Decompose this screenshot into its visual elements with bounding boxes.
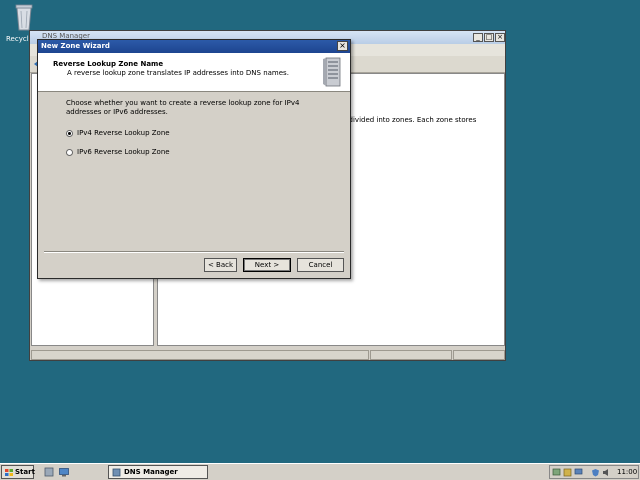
taskbar: Start DNS Manager 11:00 [0, 463, 640, 480]
minimize-button[interactable]: _ [473, 33, 483, 42]
ipv4-radio[interactable] [66, 130, 73, 137]
taskbar-dns-manager[interactable]: DNS Manager [108, 465, 208, 479]
tray-network-icon[interactable] [552, 468, 561, 477]
windows-flag-icon [5, 469, 13, 476]
ipv4-option[interactable]: IPv4 Reverse Lookup Zone [66, 129, 226, 140]
wizard-page-title: Reverse Lookup Zone Name [53, 60, 164, 68]
wizard-close-button[interactable]: × [337, 41, 348, 51]
taskbar-dns-manager-label: DNS Manager [124, 468, 178, 476]
server-manager-icon[interactable] [44, 467, 54, 477]
start-label: Start [15, 468, 35, 476]
wizard-header: Reverse Lookup Zone Name A reverse looku… [38, 53, 350, 92]
taskbar-clock: 11:00 [617, 468, 638, 476]
ipv6-radio[interactable] [66, 149, 73, 156]
start-button[interactable]: Start [1, 465, 35, 479]
dns-manager-icon [112, 468, 121, 477]
close-icon: × [339, 41, 346, 50]
tray-monitor-icon[interactable] [574, 468, 583, 477]
ipv6-option[interactable]: IPv6 Reverse Lookup Zone [66, 148, 226, 159]
status-cell [31, 350, 369, 360]
next-button[interactable]: Next > [243, 258, 291, 272]
tray-action-center-icon[interactable] [563, 468, 572, 477]
ipv6-option-label[interactable]: IPv6 Reverse Lookup Zone [77, 148, 170, 156]
recycle-bin-label: Recycl [6, 35, 29, 43]
wizard-title: New Zone Wizard [41, 42, 110, 50]
status-cell [370, 350, 452, 360]
back-button[interactable]: < Back [204, 258, 237, 272]
server-icon [323, 57, 341, 87]
cancel-button[interactable]: Cancel [297, 258, 344, 272]
recycle-bin-icon [15, 4, 33, 31]
tray-shield-icon[interactable] [591, 468, 600, 477]
new-zone-wizard-dialog: New Zone Wizard × Reverse Lookup Zone Na… [37, 39, 351, 279]
wizard-page-subtitle: A reverse lookup zone translates IP addr… [67, 69, 289, 77]
status-bar [31, 350, 505, 360]
system-tray: 11:00 [549, 465, 639, 479]
radio-selected-dot [68, 132, 71, 135]
maximize-button[interactable]: □ [484, 33, 494, 42]
details-text: e divided into zones. Each zone stores [342, 116, 477, 124]
wizard-title-bar[interactable]: New Zone Wizard × [38, 40, 350, 53]
show-desktop-icon[interactable] [59, 467, 69, 477]
wizard-separator [44, 251, 344, 253]
status-cell [453, 350, 505, 360]
close-button[interactable]: × [495, 33, 505, 42]
tray-volume-icon[interactable] [602, 468, 611, 477]
wizard-prompt: Choose whether you want to create a reve… [66, 99, 300, 116]
ipv4-option-label[interactable]: IPv4 Reverse Lookup Zone [77, 129, 170, 137]
